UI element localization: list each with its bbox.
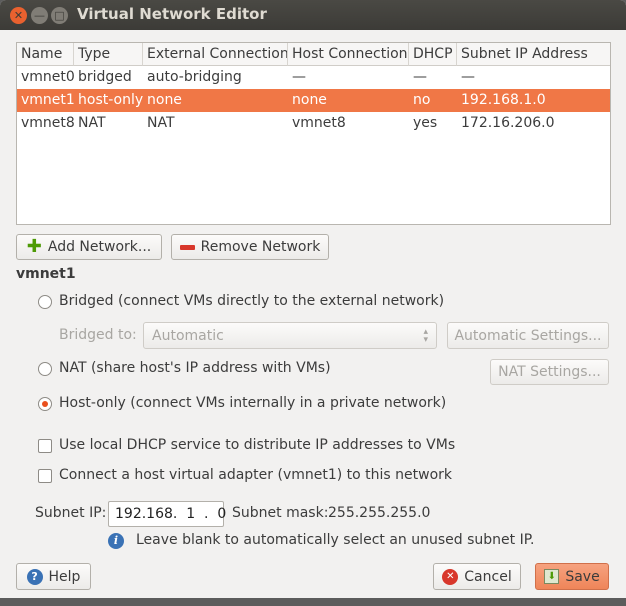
column-header[interactable]: External Connection xyxy=(143,43,288,66)
maximize-icon[interactable]: □ xyxy=(51,7,68,24)
cancel-icon: ✕ xyxy=(442,568,459,585)
minus-icon xyxy=(179,244,195,250)
remove-network-button[interactable]: Remove Network xyxy=(171,234,329,260)
table-cell: vmnet0 xyxy=(21,69,74,85)
cancel-button[interactable]: ✕ Cancel xyxy=(433,563,521,590)
column-header[interactable]: Subnet IP Address xyxy=(457,43,610,66)
nat-radio[interactable] xyxy=(38,362,52,376)
virtual-network-editor-window: ✕ — □ Virtual Network Editor Name Type E… xyxy=(0,0,626,598)
section-title: vmnet1 xyxy=(16,266,76,282)
table-cell: yes xyxy=(413,115,438,131)
table-cell: none xyxy=(292,92,327,108)
table-cell: — xyxy=(292,69,306,85)
column-header[interactable]: DHCP xyxy=(409,43,457,66)
nat-settings-button[interactable]: NAT Settings... xyxy=(490,359,609,385)
table-row[interactable]: vmnet0 bridged auto-bridging — — — xyxy=(17,66,610,89)
host-only-label: Host-only (connect VMs internally in a p… xyxy=(59,395,447,411)
table-cell: vmnet1 xyxy=(21,92,74,108)
table-row[interactable]: vmnet1 host-only none none no 192.168.1.0 xyxy=(17,89,610,112)
bridged-to-dropdown[interactable]: Automatic ▴ ▾ xyxy=(143,322,437,349)
dhcp-checkbox[interactable] xyxy=(38,439,52,453)
table-cell: — xyxy=(461,69,475,85)
dhcp-label: Use local DHCP service to distribute IP … xyxy=(59,437,456,453)
info-icon: i xyxy=(108,533,124,549)
subnet-ip-label: Subnet IP: xyxy=(35,505,107,521)
help-icon: ? xyxy=(26,568,43,585)
save-icon: ⬇ xyxy=(544,569,560,584)
table-cell: 192.168.1.0 xyxy=(461,92,546,108)
table-cell: none xyxy=(147,92,182,108)
table-row[interactable]: vmnet8 NAT NAT vmnet8 yes 172.16.206.0 xyxy=(17,112,610,135)
column-header[interactable]: Type xyxy=(74,43,143,66)
bridged-label: Bridged (connect VMs directly to the ext… xyxy=(59,293,445,309)
network-table: Name Type External Connection Host Conne… xyxy=(16,42,611,225)
table-cell: host-only xyxy=(78,92,143,108)
table-cell: vmnet8 xyxy=(21,115,74,131)
title-bar: ✕ — □ Virtual Network Editor xyxy=(0,0,626,30)
host-adapter-label: Connect a host virtual adapter (vmnet1) … xyxy=(59,467,453,483)
bridged-to-label: Bridged to: xyxy=(59,327,137,343)
table-cell: NAT xyxy=(78,115,106,131)
table-cell: 172.16.206.0 xyxy=(461,115,555,131)
subnet-ip-input[interactable]: 192.168. 1 . 0 xyxy=(108,501,226,527)
nat-label: NAT (share host's IP address with VMs) xyxy=(59,360,331,376)
subnet-hint: Leave blank to automatically select an u… xyxy=(136,532,535,548)
plus-icon: ✚ xyxy=(26,236,42,257)
save-button[interactable]: ⬇ Save xyxy=(535,563,609,590)
automatic-settings-button[interactable]: Automatic Settings... xyxy=(447,322,609,349)
host-only-radio[interactable] xyxy=(38,397,52,411)
table-cell: — xyxy=(413,69,427,85)
subnet-mask-value: 255.255.255.0 xyxy=(328,505,431,521)
table-cell: vmnet8 xyxy=(292,115,346,131)
add-network-button[interactable]: ✚ Add Network... xyxy=(16,234,162,260)
close-icon[interactable]: ✕ xyxy=(10,7,27,24)
table-cell: NAT xyxy=(147,115,175,131)
table-cell: bridged xyxy=(78,69,132,85)
subnet-mask-label: Subnet mask: xyxy=(232,505,329,521)
chevron-updown-icon: ▴ ▾ xyxy=(423,326,428,345)
table-cell: no xyxy=(413,92,431,108)
host-adapter-checkbox[interactable] xyxy=(38,469,52,483)
minimize-icon[interactable]: — xyxy=(31,7,48,24)
window-title: Virtual Network Editor xyxy=(77,5,267,23)
column-header[interactable]: Name xyxy=(17,43,74,66)
table-header: Name Type External Connection Host Conne… xyxy=(17,43,610,66)
table-cell: auto-bridging xyxy=(147,69,242,85)
column-header[interactable]: Host Connection xyxy=(288,43,409,66)
bridged-radio[interactable] xyxy=(38,295,52,309)
help-button[interactable]: ? Help xyxy=(16,563,91,590)
